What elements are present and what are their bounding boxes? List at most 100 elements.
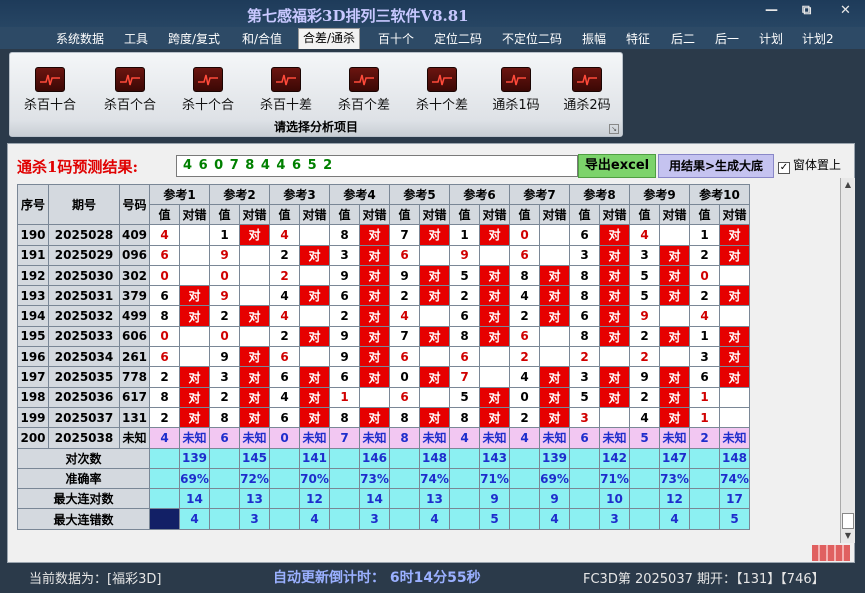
table-row[interactable]: 196 2025034 261 6 9 对 6 9 对 6 6 2 2 2 3 对 [17,346,750,368]
stats-empty-cell [149,488,180,510]
stats-value-cell: 13 [239,488,270,510]
menu-plan2[interactable]: 计划2 [802,30,834,48]
col-header-seq[interactable]: 序号 [17,183,49,226]
col-header-period[interactable]: 期号 [48,183,120,226]
menu-feature[interactable]: 特征 [626,30,650,48]
col-header-value[interactable]: 值 [329,204,360,226]
ribbon-button-kill-sg-sum[interactable]: 杀十个合 [178,67,238,113]
menu-nonposition-two[interactable]: 不定位二码 [502,30,562,48]
col-header-value[interactable]: 值 [149,204,180,226]
table-row[interactable]: 198 2025036 617 8 对 2 对 4 对 1 6 5 对 0 对 5 对 2 对 1 [17,386,750,408]
col-header-value[interactable]: 值 [689,204,720,226]
menu-amplitude[interactable]: 振幅 [582,30,606,48]
export-excel-button[interactable]: 导出excel [578,154,656,178]
menu-tools[interactable]: 工具 [124,30,148,48]
table-row[interactable]: 199 2025037 131 2 对 8 对 6 对 8 对 8 对 8 对 2 对 3 4 对 1 [17,406,750,429]
col-header-number[interactable]: 号码 [119,183,150,226]
menu-system-data[interactable]: 系统数据 [56,30,104,48]
row-period: 2025028 [48,224,120,246]
menu-position-two[interactable]: 定位二码 [434,30,482,48]
col-header-result[interactable]: 对错 [659,204,690,226]
close-button[interactable]: ✕ [840,3,851,18]
col-header-result[interactable]: 对错 [539,204,570,226]
col-header-ref[interactable]: 参考2 [209,183,270,206]
row-seq: 190 [17,224,49,246]
ribbon-button-kill-2[interactable]: 通杀2码 [557,67,617,113]
col-header-ref[interactable]: 参考8 [569,183,630,206]
row-number: 未知 [119,427,150,449]
col-header-value[interactable]: 值 [209,204,240,226]
pending-status-cell: 未知 [539,427,570,449]
col-header-ref[interactable]: 参考4 [329,183,390,206]
col-header-result[interactable]: 对错 [179,204,210,226]
ref-value-cell: 9 [329,346,360,368]
menu-span[interactable]: 跨度/复式 [168,30,220,48]
col-header-value[interactable]: 值 [389,204,420,226]
ribbon-button-kill-bs-diff[interactable]: 杀百十差 [256,67,316,113]
hit-cell: 对 [719,346,750,368]
restore-button[interactable]: ⧉ [802,3,811,18]
ref-value-cell: 6 [569,305,600,327]
table-row[interactable]: 193 2025031 379 6 对 9 4 对 6 对 2 对 2 对 4 对 8 对 5 对 2 对 [17,285,750,307]
table-row[interactable]: 197 2025035 778 2 对 3 对 6 对 6 对 0 对 7 4 对 3 对 9 对 6 对 [17,366,750,388]
col-header-ref[interactable]: 参考1 [149,183,210,206]
table-row[interactable]: 195 2025033 606 0 0 2 对 9 对 7 对 8 对 6 8 对 2 对 1 对 [17,325,750,348]
table-row[interactable]: 192 2025030 302 0 0 2 9 对 9 对 5 对 8 对 8 对 5 对 0 [17,264,750,287]
col-header-result[interactable]: 对错 [599,204,630,226]
ribbon-button-kill-sg-diff[interactable]: 杀十个差 [412,67,472,113]
col-header-result[interactable]: 对错 [239,204,270,226]
table-row[interactable]: 190 2025028 409 4 1 对 4 8 对 7 对 1 对 0 6 对 4 1 对 [17,224,750,246]
pending-status-cell: 未知 [599,427,630,449]
col-header-value[interactable]: 值 [569,204,600,226]
col-header-ref[interactable]: 参考9 [629,183,690,206]
col-header-ref[interactable]: 参考7 [509,183,570,206]
col-header-ref[interactable]: 参考5 [389,183,450,206]
ref-value-cell: 0 [389,366,420,388]
prediction-result-field[interactable]: 4 6 0 7 8 4 4 6 5 2 [176,155,578,177]
hit-cell: 对 [419,325,450,348]
col-header-result[interactable]: 对错 [419,204,450,226]
col-header-ref[interactable]: 参考6 [449,183,510,206]
ref-value-cell: 6 [149,285,180,307]
menu-hundreds[interactable]: 百十个 [378,30,414,48]
miss-cell [539,346,570,368]
scroll-down-icon[interactable]: ▼ [842,530,854,542]
menu-combo-kill[interactable]: 合差/通杀 [298,28,361,49]
scroll-up-icon[interactable]: ▲ [842,179,854,191]
col-header-ref[interactable]: 参考3 [269,183,330,206]
window-topmost-checkbox[interactable]: ✓ 窗体置上 [778,156,841,174]
ref-value-cell: 6 [569,224,600,246]
col-header-result[interactable]: 对错 [719,204,750,226]
generate-base-button[interactable]: 用结果>生成大底 [658,154,774,178]
ribbon-button-kill-bg-diff[interactable]: 杀百个差 [334,67,394,113]
miss-cell [539,244,570,266]
stats-value-cell: 3 [359,508,390,530]
ref-value-cell: 6 [449,305,480,327]
col-header-value[interactable]: 值 [509,204,540,226]
col-header-ref[interactable]: 参考10 [689,183,750,206]
ribbon-button-label: 通杀2码 [563,98,611,113]
col-header-result[interactable]: 对错 [359,204,390,226]
ribbon-button-kill-bs-sum[interactable]: 杀百十合 [20,67,80,113]
checkbox-icon[interactable]: ✓ [778,162,790,174]
row-period: 2025032 [48,305,120,327]
menu-last-two[interactable]: 后二 [671,30,695,48]
menu-last-one[interactable]: 后一 [715,30,739,48]
col-header-result[interactable]: 对错 [299,204,330,226]
scrollbar-thumb[interactable] [842,513,854,529]
ribbon-expand-icon[interactable]: ↘ [609,124,619,134]
table-row[interactable]: 194 2025032 499 8 对 2 对 4 2 对 4 6 对 2 对 6 对 9 4 [17,305,750,327]
minimize-button[interactable]: — [765,3,778,18]
col-header-value[interactable]: 值 [449,204,480,226]
col-header-result[interactable]: 对错 [479,204,510,226]
menu-sum[interactable]: 和/合值 [242,30,282,48]
vertical-scrollbar[interactable]: ▲ ▼ [840,178,855,543]
ribbon-button-kill-1[interactable]: 通杀1码 [486,67,546,113]
table-row[interactable]: 191 2025029 096 6 9 2 对 3 对 6 9 6 3 对 3 对 2 对 [17,244,750,266]
col-header-value[interactable]: 值 [269,204,300,226]
ref-value-cell: 2 [629,386,660,408]
col-header-value[interactable]: 值 [629,204,660,226]
pending-row[interactable]: 200 2025038 未知 4 未知 6 未知 0 未知 7 未知 8 未知 4 未知 4 未知 6 未知 5 未知 2… [17,427,750,449]
ribbon-button-kill-bg-sum[interactable]: 杀百个合 [100,67,160,113]
menu-plan[interactable]: 计划 [759,30,783,48]
